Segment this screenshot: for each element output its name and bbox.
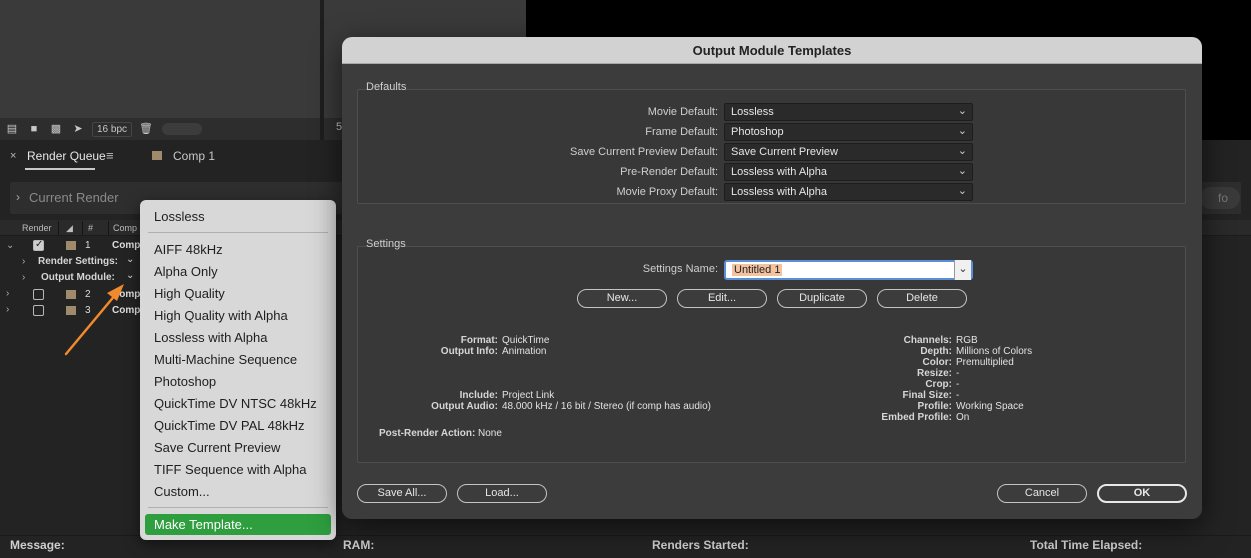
settings-name-input[interactable]: Untitled 1 ⌄ (724, 260, 973, 280)
new-button[interactable]: New... (577, 289, 667, 308)
chevron-down-icon: ⌄ (957, 105, 967, 117)
load-button[interactable]: Load... (457, 484, 547, 503)
frame-default-select[interactable]: Photoshop ⌄ (724, 123, 973, 141)
info-resize-value: - (956, 368, 960, 379)
menu-item[interactable]: QuickTime DV PAL 48kHz (154, 418, 305, 433)
cancel-button[interactable]: Cancel (997, 484, 1087, 503)
info-output-audio-value: 48.000 kHz / 16 bit / Stereo (if comp ha… (502, 401, 711, 412)
info-depth-value: Millions of Colors (956, 346, 1033, 357)
info-final-size-label: Final Size: (902, 390, 952, 401)
info-output-info-value: Animation (502, 346, 547, 357)
chevron-down-icon: ⌄ (957, 145, 967, 157)
menu-item-lossless[interactable]: Lossless (154, 209, 205, 224)
info-output-audio-label: Output Audio: (431, 401, 498, 412)
menu-separator (148, 507, 328, 508)
settings-name-value: Untitled 1 (732, 264, 783, 276)
select-value: Lossless with Alpha (731, 186, 827, 198)
info-format-value: QuickTime (502, 335, 550, 346)
delete-button[interactable]: Delete (877, 289, 967, 308)
defaults-group-label: Defaults (366, 81, 407, 93)
select-value: Lossless with Alpha (731, 166, 827, 178)
menu-separator (148, 232, 328, 233)
duplicate-button[interactable]: Duplicate (777, 289, 867, 308)
pre-render-default-select[interactable]: Lossless with Alpha ⌄ (724, 163, 973, 181)
select-value: Save Current Preview (731, 146, 838, 158)
info-profile-value: Working Space (956, 401, 1024, 412)
info-embed-profile-label: Embed Profile: (881, 412, 952, 423)
info-channels-label: Channels: (903, 335, 952, 346)
annotation-arrow-icon (64, 284, 124, 356)
frame-default-label: Frame Default: (645, 126, 718, 138)
save-preview-default-select[interactable]: Save Current Preview ⌄ (724, 143, 973, 161)
thumbnail-slider[interactable] (162, 123, 203, 135)
render-info-button[interactable]: fo (1200, 187, 1240, 209)
message-label: Message: (10, 538, 65, 552)
select-value: Photoshop (731, 126, 784, 138)
total-time-label: Total Time Elapsed: (1030, 538, 1143, 552)
menu-item[interactable]: High Quality (154, 286, 225, 301)
menu-item-make-template[interactable]: Make Template... (154, 517, 253, 532)
info-output-info-label: Output Info: (440, 346, 498, 357)
info-embed-profile-value: On (956, 412, 970, 423)
chevron-down-icon: ⌄ (957, 125, 967, 137)
output-module-templates-dialog: Output Module Templates Defaults Movie D… (342, 37, 1202, 519)
post-render-value: None (478, 428, 502, 439)
output-module-dropdown: Lossless AIFF 48kHz Alpha Only High Qual… (140, 200, 336, 540)
info-profile-label: Profile: (917, 401, 952, 412)
menu-item[interactable]: AIFF 48kHz (154, 242, 223, 257)
movie-proxy-default-label: Movie Proxy Default: (616, 186, 718, 198)
menu-item[interactable]: QuickTime DV NTSC 48kHz (154, 396, 317, 411)
save-preview-default-label: Save Current Preview Default: (570, 146, 718, 158)
dialog-title: Output Module Templates (692, 43, 852, 58)
info-include-value: Project Link (502, 390, 555, 401)
settings-group-label: Settings (366, 238, 406, 250)
pre-render-default-label: Pre-Render Default: (620, 166, 718, 178)
menu-item-custom[interactable]: Custom... (154, 484, 210, 499)
menu-item[interactable]: High Quality with Alpha (154, 308, 288, 323)
info-resize-label: Resize: (916, 368, 952, 379)
tab-comp-1[interactable]: Comp 1 (173, 149, 215, 163)
menu-item[interactable]: Save Current Preview (154, 440, 280, 455)
menu-item[interactable]: TIFF Sequence with Alpha (154, 462, 306, 477)
info-crop-label: Crop: (925, 379, 952, 390)
info-channels-value: RGB (956, 335, 978, 346)
edit-button[interactable]: Edit... (677, 289, 767, 308)
info-include-label: Include: (459, 390, 498, 401)
chevron-down-icon: ⌄ (957, 185, 967, 197)
ram-label: RAM: (343, 538, 375, 552)
chevron-down-icon[interactable]: ⌄ (954, 260, 971, 280)
settings-name-label: Settings Name: (642, 263, 718, 275)
ok-button[interactable]: OK (1097, 484, 1187, 503)
menu-item[interactable]: Photoshop (154, 374, 216, 389)
menu-item[interactable]: Alpha Only (154, 264, 218, 279)
info-color-label: Color: (922, 357, 952, 368)
info-depth-label: Depth: (920, 346, 952, 357)
save-all-button[interactable]: Save All... (357, 484, 447, 503)
menu-item[interactable]: Lossless with Alpha (154, 330, 267, 345)
renders-started-label: Renders Started: (652, 538, 749, 552)
info-crop-value: - (956, 379, 960, 390)
select-value: Lossless (731, 106, 774, 118)
info-color-value: Premultiplied (956, 357, 1014, 368)
chevron-down-icon: ⌄ (957, 165, 967, 177)
movie-default-select[interactable]: Lossless ⌄ (724, 103, 973, 121)
movie-proxy-default-select[interactable]: Lossless with Alpha ⌄ (724, 183, 973, 201)
menu-item[interactable]: Multi-Machine Sequence (154, 352, 297, 367)
info-final-size-value: - (956, 390, 960, 401)
movie-default-label: Movie Default: (647, 106, 718, 118)
info-format-label: Format: (460, 335, 498, 346)
